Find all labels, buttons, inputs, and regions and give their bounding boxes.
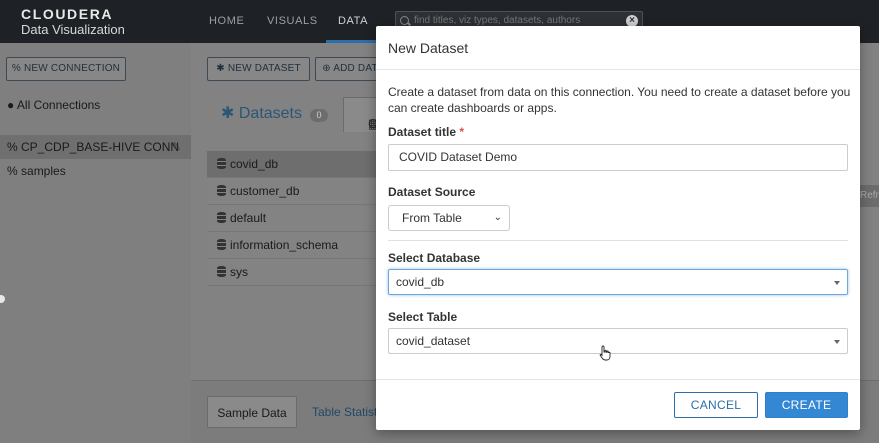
- new-dataset-button[interactable]: ✱ NEW DATASET: [207, 57, 310, 81]
- nav-data[interactable]: DATA: [338, 0, 368, 43]
- database-name: customer_db: [230, 184, 300, 198]
- all-connections-label: All Connections: [16, 98, 101, 112]
- chevron-down-icon: ⌄: [493, 212, 502, 223]
- modal-header: New Dataset: [376, 26, 860, 70]
- brand-product: Data Visualization: [21, 22, 125, 37]
- plus-circle-icon: ⊕: [322, 63, 331, 74]
- caret-down-icon: [834, 281, 840, 285]
- search-placeholder: find titles, viz types, datasets, author…: [414, 15, 581, 26]
- dataset-source-select[interactable]: From Table ⌄: [388, 205, 510, 231]
- select-table-label: Select Table: [388, 310, 458, 324]
- new-connection-label: NEW CONNECTION: [23, 63, 121, 74]
- cancel-button[interactable]: CANCEL: [674, 392, 758, 418]
- add-data-label: ADD DAT: [333, 63, 378, 74]
- refresh-button[interactable]: Refre: [860, 185, 879, 207]
- database-icon: [217, 239, 226, 250]
- search-icon: [400, 16, 409, 25]
- datasets-count-badge: 0: [310, 109, 328, 122]
- database-name: default: [230, 211, 267, 225]
- create-button[interactable]: CREATE: [765, 392, 848, 418]
- all-connections-link[interactable]: ● All Connections: [7, 98, 100, 112]
- select-database-dropdown[interactable]: covid_db: [388, 269, 848, 295]
- select-database-label: Select Database: [388, 251, 481, 265]
- modal-description: Create a dataset from data on this conne…: [388, 85, 851, 115]
- link-icon: %: [11, 63, 21, 74]
- dataset-title-label: Dataset title *: [388, 125, 464, 139]
- database-icon: [217, 158, 226, 169]
- add-data-button[interactable]: ⊕ ADD DAT: [315, 57, 385, 81]
- sidebar-item-connection[interactable]: % CP_CDP_BASE-HIVE CONN ✎: [0, 135, 191, 159]
- datasets-tab-label: Datasets: [238, 105, 302, 122]
- database-icon: [217, 266, 226, 277]
- section-divider: [388, 240, 848, 241]
- new-dataset-modal: New Dataset Create a dataset from data o…: [376, 26, 860, 430]
- database-icon: [217, 185, 226, 196]
- select-table-dropdown[interactable]: covid_dataset: [388, 328, 848, 354]
- required-marker: *: [459, 125, 465, 139]
- database-icon: [217, 212, 226, 223]
- sidebar-item-connection[interactable]: % samples: [0, 159, 191, 183]
- link-icon: %: [7, 164, 18, 178]
- dataset-title-input[interactable]: COVID Dataset Demo: [388, 144, 848, 171]
- brand-name: CLOUDERA: [21, 6, 114, 22]
- tab-table-statistics[interactable]: Table Statist: [312, 396, 377, 428]
- database-list: covid_db customer_db default information…: [207, 151, 377, 286]
- connections-sidebar: % NEW CONNECTION ● All Connections % CP_…: [0, 43, 191, 443]
- dataset-source-label: Dataset Source: [388, 185, 476, 199]
- tab-sample-data[interactable]: Sample Data: [207, 396, 297, 428]
- datasets-icon: ✱: [221, 105, 235, 122]
- dataset-title-label-text: Dataset title: [388, 125, 457, 139]
- list-item[interactable]: sys: [207, 259, 377, 286]
- database-name: sys: [230, 265, 248, 279]
- connection-label: samples: [21, 164, 66, 178]
- database-name: information_schema: [230, 238, 339, 252]
- brand-logo[interactable]: CLOUDERA Data Visualization: [21, 6, 125, 37]
- new-dataset-label: NEW DATASET: [227, 63, 301, 74]
- select-database-value: covid_db: [396, 275, 445, 289]
- connection-label: CP_CDP_BASE-HIVE CONN: [21, 140, 180, 154]
- hand-pointer-icon: [599, 345, 611, 361]
- select-table-value: covid_dataset: [396, 334, 471, 348]
- edit-pencil-icon[interactable]: ✎: [171, 135, 181, 159]
- nav-visuals[interactable]: VISUALS: [267, 0, 318, 43]
- caret-down-icon: [834, 340, 840, 344]
- tab-datasets[interactable]: ✱ Datasets: [221, 103, 302, 123]
- link-icon: %: [7, 140, 18, 154]
- modal-title: New Dataset: [388, 40, 469, 56]
- list-item[interactable]: customer_db: [207, 178, 377, 205]
- database-name: covid_db: [230, 157, 279, 171]
- dataset-source-value: From Table: [402, 211, 462, 225]
- list-item[interactable]: default: [207, 205, 377, 232]
- new-connection-button[interactable]: % NEW CONNECTION: [6, 57, 126, 81]
- nav-home[interactable]: HOME: [209, 0, 244, 43]
- list-item[interactable]: covid_db: [207, 151, 377, 178]
- globe-icon: ●: [7, 98, 15, 112]
- list-item[interactable]: information_schema: [207, 232, 377, 259]
- dataset-icon: ✱: [216, 63, 225, 74]
